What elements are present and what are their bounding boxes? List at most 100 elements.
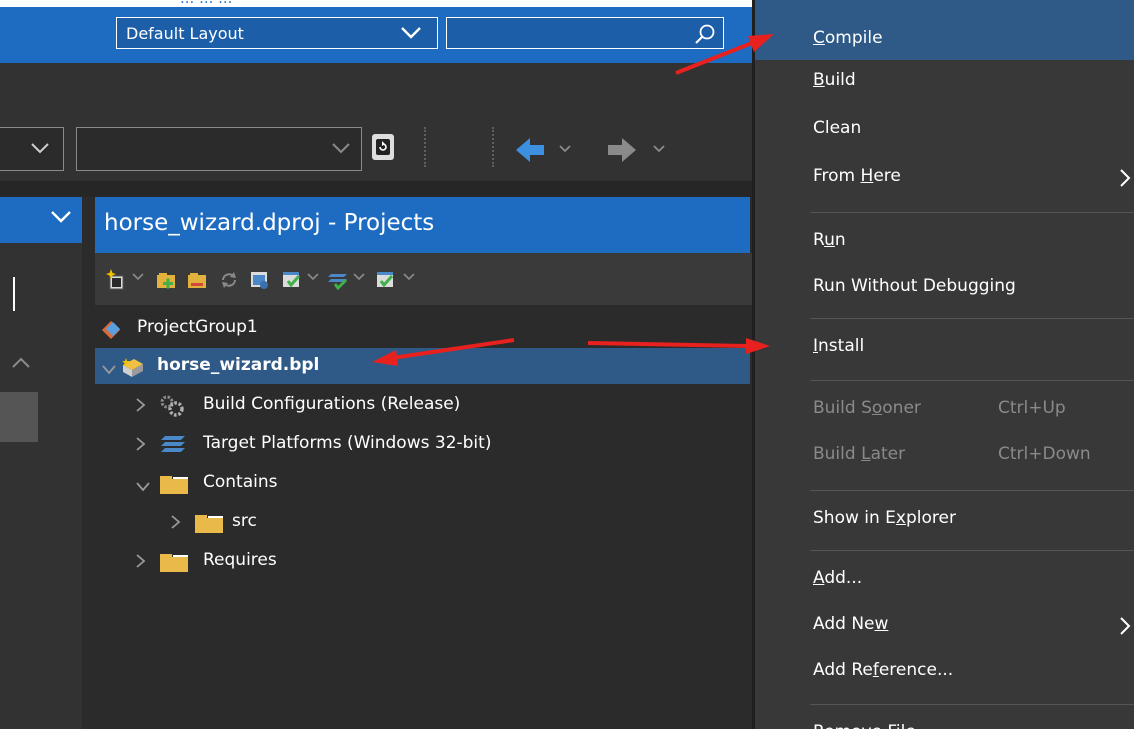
tree-item-label: Requires [203,550,277,570]
toolbar-separator [424,127,426,167]
tree-item[interactable]: horse_wizard.bpl [95,348,750,384]
gear-icon [159,395,185,422]
search-input[interactable] [446,17,724,49]
tree-item-label: Contains [203,472,278,492]
package-icon [121,356,145,383]
menu-item-run[interactable]: Run [755,220,1134,262]
platforms-icon [159,434,187,459]
add-existing-project-icon[interactable] [186,269,208,291]
menu-item-label: Build Later [813,444,906,464]
menu-item-compile[interactable]: Compile [755,0,1134,60]
menu-item-label: Add... [813,568,863,588]
tree-item-label: src [232,511,257,531]
chevron-down-icon[interactable] [50,210,72,224]
chevron-right-icon [1119,168,1131,193]
menu-item-shortcut: Ctrl+Up [998,398,1066,418]
tree-item[interactable]: Requires [95,543,750,579]
caption-text: ... ... ... [180,0,232,7]
chevron-down-icon[interactable] [385,18,437,48]
refresh-device-icon[interactable] [372,134,394,160]
menu-item-add-new[interactable]: Add New [755,604,1134,646]
project-options-icon[interactable] [249,269,271,291]
menu-item-build-sooner[interactable]: Build Sooner Ctrl+Up [755,388,1134,430]
menu-separator [810,490,1134,491]
scrollbar-thumb[interactable] [0,392,38,442]
chevron-down-icon[interactable] [558,144,572,154]
tree-item[interactable]: ProjectGroup1 [95,310,750,346]
menu-item-clean[interactable]: Clean [755,108,1134,150]
panel-header[interactable] [0,197,82,243]
chevron-right-icon[interactable] [135,436,147,457]
ide-window: ... ... ... Default Layout [0,0,752,729]
target-combo[interactable] [0,127,64,171]
chevron-right-icon[interactable] [135,397,147,418]
compile-check-icon[interactable] [375,269,397,291]
chevron-down-icon [31,143,49,154]
menu-item-label: From Here [813,166,901,186]
menu-item-label: Build [813,70,856,90]
chevron-down-icon [332,143,350,154]
menu-item-label: Run Without Debugging [813,276,1016,296]
config-combo[interactable] [76,127,362,171]
chevron-up-icon[interactable] [11,357,31,369]
projects-panel: horse_wizard.dproj - Projects ProjectGro… [95,197,752,729]
chevron-down-icon[interactable] [135,478,151,498]
search-icon[interactable] [693,22,717,50]
menu-item-label: Clean [813,118,862,138]
sync-icon[interactable] [218,269,240,291]
menu-item-show-in-explorer[interactable]: Show in Explorer [755,498,1134,540]
chevron-down-icon[interactable] [132,273,144,281]
text-cursor [13,277,15,311]
chevron-down-icon[interactable] [403,273,415,281]
menu-item-run-without-debugging[interactable]: Run Without Debugging [755,266,1134,308]
chevron-right-icon[interactable] [170,514,182,535]
platforms-icon[interactable] [327,269,349,291]
panel-title-text: horse_wizard.dproj - Projects [104,210,435,236]
tree-item[interactable]: Target Platforms (Windows 32-bit) [95,426,750,462]
tree-item-label: Target Platforms (Windows 32-bit) [203,433,492,453]
toolbar-separator [492,127,494,167]
menu-item-from-here[interactable]: From Here [755,156,1134,198]
layout-select-value: Default Layout [126,24,244,43]
tree-item[interactable]: Contains [95,465,750,501]
toolbar-band [0,63,752,119]
project-group-icon [100,318,124,345]
tree-item-label: ProjectGroup1 [137,317,258,337]
chevron-down-icon[interactable] [101,361,117,381]
menu-item-shortcut: Ctrl+Down [998,444,1091,464]
add-new-project-icon[interactable] [155,269,177,291]
layout-select[interactable]: Default Layout [116,17,438,49]
menu-item-build-later[interactable]: Build Later Ctrl+Down [755,434,1134,476]
menu-separator [810,704,1134,705]
projects-toolbar [95,253,752,305]
build-icon[interactable] [281,269,303,291]
back-arrow-icon[interactable] [514,136,550,164]
menu-item-label: Build Sooner [813,398,921,418]
tree-item-label: Build Configurations (Release) [203,394,461,414]
menu-item-remove-file[interactable]: Remove File... [755,712,1134,729]
structure-panel [0,197,82,729]
menu-item-label: Compile [813,28,883,48]
tree-item[interactable]: Build Configurations (Release) [95,387,750,423]
menu-item-add-reference[interactable]: Add Reference... [755,650,1134,692]
title-bar: Default Layout [0,7,752,63]
forward-arrow-icon[interactable] [602,136,638,164]
menu-item-label: Add Reference... [813,660,954,680]
menu-item-label: Show in Explorer [813,508,956,528]
chevron-down-icon[interactable] [307,273,319,281]
chevron-right-icon[interactable] [135,553,147,574]
dock-gap [0,181,752,197]
chevron-down-icon[interactable] [652,144,666,154]
menu-separator [810,380,1134,381]
tree-item[interactable]: src [95,504,750,540]
folder-icon [159,473,189,500]
new-item-icon[interactable] [105,269,127,291]
projects-panel-title: horse_wizard.dproj - Projects [95,197,750,253]
menu-item-install[interactable]: Install [755,326,1134,368]
folder-icon [159,551,189,578]
menu-item-label: Add New [813,614,889,634]
menu-item-add[interactable]: Add... [755,558,1134,600]
menu-item-build[interactable]: Build [755,60,1134,102]
chevron-down-icon[interactable] [353,273,365,281]
menu-item-label: Run [813,230,846,250]
